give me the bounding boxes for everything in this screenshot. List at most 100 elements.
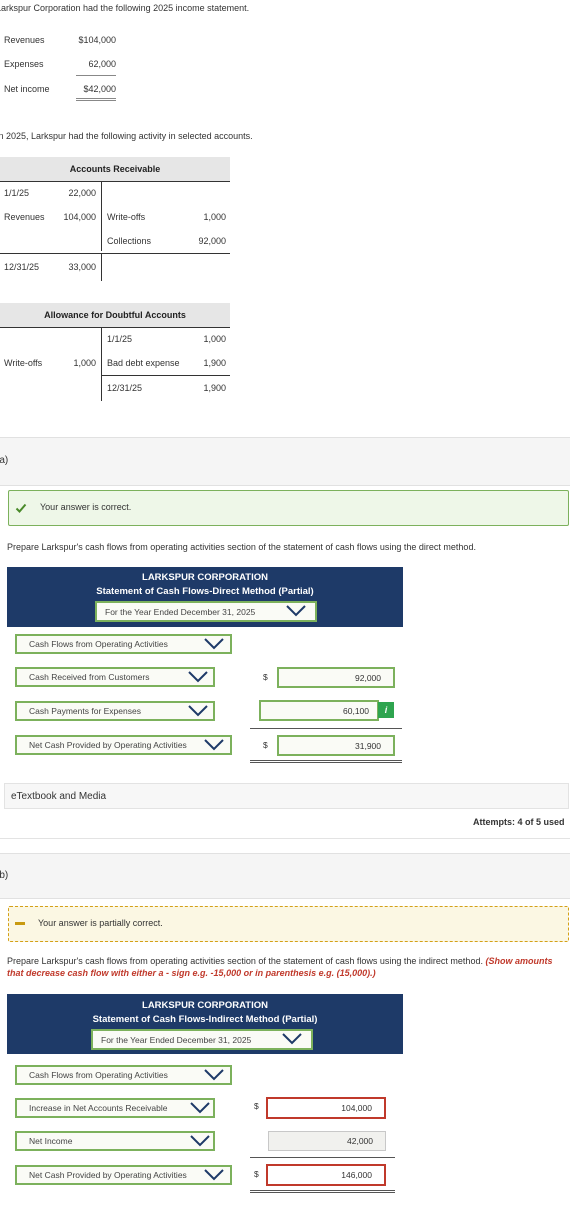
- ar-left-value-2: 104,000: [63, 212, 96, 222]
- info-icon[interactable]: i: [378, 702, 394, 718]
- allow-top-rule: [0, 327, 230, 328]
- part-a-row-3-input[interactable]: 60,100: [259, 700, 379, 721]
- part-b-bar: (b): [0, 853, 570, 899]
- activity-intro: In 2025, Larkspur had the following acti…: [0, 131, 253, 141]
- part-b-row-3-input[interactable]: 42,000: [268, 1131, 386, 1151]
- part-b-row-2-input[interactable]: 104,000: [266, 1097, 386, 1119]
- part-a-double-rule-2: [250, 762, 402, 763]
- part-a-statement-header: LARKSPUR CORPORATION Statement of Cash F…: [7, 567, 403, 627]
- chevron-down-icon: [204, 1069, 224, 1081]
- part-a-row-3-select[interactable]: Cash Payments for Expenses: [15, 701, 215, 721]
- part-a-row-4-select[interactable]: Net Cash Provided by Operating Activitie…: [15, 735, 232, 755]
- income-value-revenues: $104,000: [78, 35, 116, 45]
- part-a-correct-banner: Your answer is correct.: [8, 490, 569, 526]
- part-a-row-4-dollar: $: [263, 740, 268, 750]
- part-a-double-rule-1: [250, 760, 402, 761]
- chevron-down-icon: [190, 1135, 210, 1147]
- part-b-banner-text: Your answer is partially correct.: [38, 918, 163, 928]
- chevron-down-icon: [188, 671, 208, 683]
- minus-icon: [15, 922, 25, 925]
- ar-left-label-1: 1/1/25: [4, 188, 30, 198]
- allow-title: Allowance for Doubtful Accounts: [0, 303, 230, 327]
- allow-left-value-1: 1,000: [73, 358, 96, 368]
- part-a-row-1-select[interactable]: Cash Flows from Operating Activities: [15, 634, 232, 654]
- part-b-row-2-dollar: $: [254, 1101, 259, 1111]
- part-a-instructions: Prepare Larkspur's cash flows from opera…: [7, 542, 476, 552]
- part-a-row-2-select[interactable]: Cash Received from Customers: [15, 667, 215, 687]
- part-a-row-2-dollar: $: [263, 672, 268, 682]
- etextbook-bar[interactable]: eTextbook and Media: [4, 783, 569, 809]
- chevron-down-icon: [204, 1169, 224, 1181]
- part-a-bar: (a): [0, 437, 570, 486]
- income-subtotal-rule: [76, 75, 116, 76]
- allow-right-label-1: 1/1/25: [107, 334, 133, 344]
- part-a-period-select[interactable]: For the Year Ended December 31, 2025: [95, 601, 317, 622]
- allow-divider: [101, 327, 102, 401]
- part-a-label: (a): [0, 455, 9, 466]
- part-a-statement-title: Statement of Cash Flows-Direct Method (P…: [96, 586, 314, 597]
- part-b-label: (b): [0, 870, 9, 881]
- income-label-revenues: Revenues: [4, 35, 45, 45]
- allow-bottom-rule: [101, 375, 230, 376]
- part-b-row-2-select[interactable]: Increase in Net Accounts Receivable: [15, 1098, 215, 1118]
- chevron-down-icon: [204, 638, 224, 650]
- ar-left-value-1: 22,000: [68, 188, 96, 198]
- chevron-down-icon: [188, 705, 208, 717]
- part-b-partial-banner: Your answer is partially correct.: [8, 906, 569, 942]
- part-b-row-4-label: Net Cash Provided by Operating Activitie…: [29, 1170, 187, 1180]
- ar-left-value-3: 33,000: [68, 262, 96, 272]
- part-b-row-3-label: Net Income: [29, 1136, 73, 1146]
- ar-bottom-rule: [0, 253, 230, 254]
- income-value-net: $42,000: [83, 84, 116, 94]
- part-a-row-2-input[interactable]: 92,000: [277, 667, 395, 688]
- part-b-row-1-label: Cash Flows from Operating Activities: [29, 1070, 168, 1080]
- part-b-instructions-block: Prepare Larkspur's cash flows from opera…: [7, 955, 559, 979]
- part-divider: [0, 838, 570, 839]
- part-b-row-4-input[interactable]: 146,000: [266, 1164, 386, 1186]
- ar-right-value-1: 1,000: [203, 212, 226, 222]
- ar-title: Accounts Receivable: [0, 157, 230, 181]
- ar-right-label-2: Collections: [107, 236, 152, 246]
- attempts-text: Attempts: 4 of 5 used: [473, 817, 565, 827]
- allow-left-label-1: Write-offs: [4, 358, 43, 368]
- intro-text: Larkspur Corporation had the following 2…: [0, 3, 250, 13]
- part-a-row-3-label: Cash Payments for Expenses: [29, 706, 141, 716]
- income-label-expenses: Expenses: [4, 59, 44, 69]
- part-a-company-name: LARKSPUR CORPORATION: [142, 572, 268, 583]
- income-double-rule-2: [76, 100, 116, 101]
- part-b-row-4-select[interactable]: Net Cash Provided by Operating Activitie…: [15, 1165, 232, 1185]
- part-a-row-4-label: Net Cash Provided by Operating Activitie…: [29, 740, 187, 750]
- part-b-double-rule-1: [250, 1190, 395, 1191]
- part-b-double-rule-2: [250, 1192, 395, 1193]
- part-b-row-1-select[interactable]: Cash Flows from Operating Activities: [15, 1065, 232, 1085]
- income-value-expenses: 62,000: [88, 59, 116, 69]
- part-a-row-2-label: Cash Received from Customers: [29, 672, 150, 682]
- part-b-statement-header: LARKSPUR CORPORATION Statement of Cash F…: [7, 994, 403, 1054]
- ar-right-value-2: 92,000: [198, 236, 226, 246]
- ar-left-label-2: Revenues: [4, 212, 45, 222]
- part-b-row-3-select[interactable]: Net Income: [15, 1131, 215, 1151]
- part-a-row-1-label: Cash Flows from Operating Activities: [29, 639, 168, 649]
- part-b-total-rule: [250, 1157, 395, 1158]
- part-b-period-select[interactable]: For the Year Ended December 31, 2025: [91, 1029, 313, 1050]
- part-b-instructions: Prepare Larkspur's cash flows from opera…: [7, 956, 483, 966]
- part-a-banner-text: Your answer is correct.: [40, 502, 132, 512]
- part-a-row-4-input[interactable]: 31,900: [277, 735, 395, 756]
- allow-right-value-1: 1,000: [203, 334, 226, 344]
- chevron-down-icon: [190, 1102, 210, 1114]
- income-double-rule-1: [76, 98, 116, 99]
- ar-right-label-1: Write-offs: [107, 212, 146, 222]
- allow-right-label-2: Bad debt expense: [107, 358, 180, 368]
- chevron-down-icon: [282, 1033, 302, 1045]
- allow-right-value-2: 1,900: [203, 358, 226, 368]
- part-b-row-4-dollar: $: [254, 1169, 259, 1179]
- part-b-company-name: LARKSPUR CORPORATION: [142, 1000, 268, 1011]
- part-a-total-rule: [250, 728, 402, 729]
- check-icon: [15, 503, 27, 513]
- ar-top-rule: [0, 181, 230, 182]
- part-b-period-text: For the Year Ended December 31, 2025: [101, 1034, 252, 1045]
- chevron-down-icon: [286, 605, 306, 617]
- allow-right-label-3: 12/31/25: [107, 383, 143, 393]
- part-b-statement-title: Statement of Cash Flows-Indirect Method …: [92, 1014, 318, 1025]
- etextbook-link[interactable]: eTextbook and Media: [11, 791, 106, 802]
